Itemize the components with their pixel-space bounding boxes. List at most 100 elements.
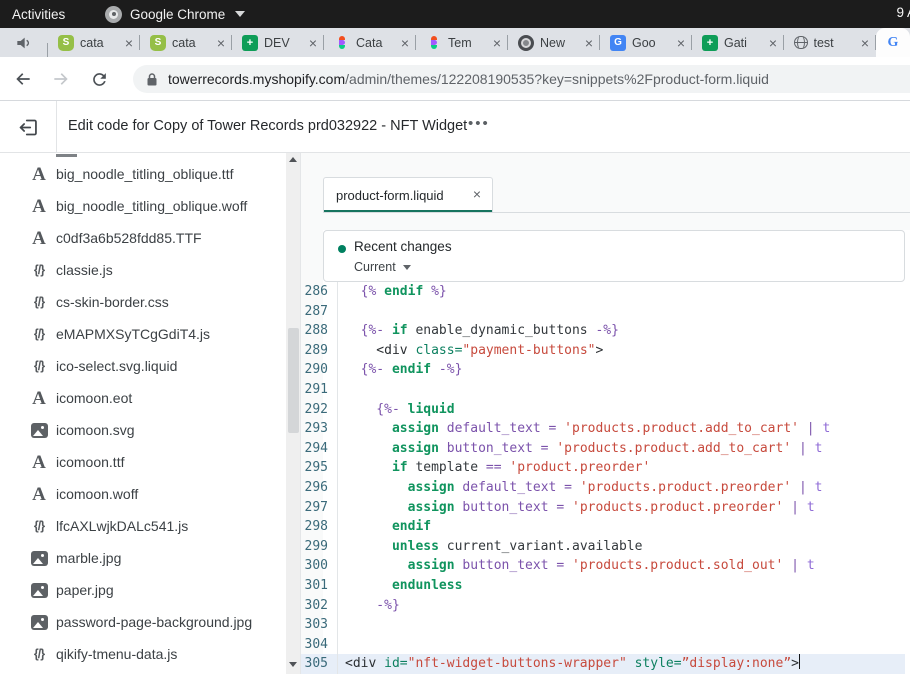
tab-close-icon[interactable]: × xyxy=(125,36,133,50)
line-number: 291 xyxy=(301,380,338,400)
tab-close-icon[interactable]: × xyxy=(769,36,777,50)
file-item[interactable]: paper.jpg xyxy=(0,574,285,606)
code-row[interactable]: 296 assign default_text = 'products.prod… xyxy=(301,478,905,498)
file-name: ico-select.svg.liquid xyxy=(56,358,177,374)
text-cursor xyxy=(799,654,801,669)
file-item[interactable]: {/}qikify-tmenu-data.js xyxy=(0,638,285,670)
line-number: 299 xyxy=(301,537,338,557)
file-item[interactable]: Aicomoon.eot xyxy=(0,382,285,414)
activities-button[interactable]: Activities xyxy=(12,7,65,22)
tab-close-icon[interactable]: × xyxy=(401,36,409,50)
browser-tab[interactable]: New× xyxy=(508,28,600,57)
browser-toolbar: towerrecords.myshopify.com/admin/themes/… xyxy=(0,57,910,101)
tab-title: cata xyxy=(172,36,211,50)
tab-title: Goo xyxy=(632,36,671,50)
version-selector[interactable]: Current xyxy=(354,260,411,274)
code-row[interactable]: 298 endif xyxy=(301,517,905,537)
back-button[interactable] xyxy=(12,68,34,90)
file-item[interactable]: password-page-background.jpg xyxy=(0,606,285,638)
code-line: if template == 'product.preorder' xyxy=(338,458,650,478)
tab-close-icon[interactable]: × xyxy=(217,36,225,50)
code-row[interactable]: 303 xyxy=(301,615,905,635)
scroll-up-icon[interactable] xyxy=(286,157,300,167)
file-item[interactable]: marble.jpg xyxy=(0,542,285,574)
browser-tab[interactable]: test× xyxy=(784,28,876,57)
tab-audio-button[interactable] xyxy=(0,36,48,50)
editor-file-tab[interactable]: product-form.liquid × xyxy=(323,177,493,213)
code-row[interactable]: 300 assign button_text = 'products.produ… xyxy=(301,556,905,576)
font-file-icon: A xyxy=(26,229,52,248)
code-row[interactable]: 305<div id="nft-widget-buttons-wrapper" … xyxy=(301,654,905,674)
file-item[interactable]: {/}ico-select.svg.liquid xyxy=(0,350,285,382)
code-row[interactable]: 292 {%- liquid xyxy=(301,400,905,420)
code-line: assign button_text = 'products.product.s… xyxy=(338,556,815,576)
browser-tab[interactable]: Scata× xyxy=(140,28,232,57)
file-item[interactable]: Abig_noodle_titling_oblique.ttf xyxy=(0,158,285,190)
recent-changes-label: Recent changes xyxy=(354,239,452,254)
code-row[interactable]: 302 -%} xyxy=(301,596,905,616)
scrollbar-thumb[interactable] xyxy=(288,328,299,433)
code-line xyxy=(338,302,345,322)
chevron-down-icon xyxy=(235,11,245,17)
file-item[interactable]: Aicomoon.woff xyxy=(0,478,285,510)
browser-tab[interactable]: Cata× xyxy=(324,28,416,57)
file-item[interactable]: {/}eMAPMXSyTCgGdiT4.js xyxy=(0,318,285,350)
file-item[interactable]: Ac0df3a6b528fdd85.TTF xyxy=(0,222,285,254)
file-name: eMAPMXSyTCgGdiT4.js xyxy=(56,326,210,342)
code-row[interactable]: 299 unless current_variant.available xyxy=(301,537,905,557)
code-row[interactable]: 287 xyxy=(301,302,905,322)
forward-button[interactable] xyxy=(50,68,72,90)
reload-button[interactable] xyxy=(88,68,110,90)
tab-title: Gati xyxy=(724,36,763,50)
sidebar-scrollbar[interactable] xyxy=(286,153,300,674)
tab-close-icon[interactable]: × xyxy=(861,36,869,50)
image-file-icon xyxy=(26,551,52,566)
file-item[interactable]: {/}cs-skin-border.css xyxy=(0,286,285,318)
file-item[interactable]: Abig_noodle_titling_oblique.woff xyxy=(0,190,285,222)
file-item[interactable]: Aicomoon.ttf xyxy=(0,446,285,478)
code-row[interactable]: 294 assign button_text = 'products.produ… xyxy=(301,439,905,459)
browser-tab[interactable]: Scata× xyxy=(48,28,140,57)
file-item[interactable]: icomoon.svg xyxy=(0,414,285,446)
app-menu[interactable]: Google Chrome xyxy=(105,6,245,23)
code-row[interactable]: 304 xyxy=(301,635,905,655)
scroll-down-icon[interactable] xyxy=(286,662,300,672)
code-line xyxy=(338,635,345,655)
more-actions-button[interactable]: ••• xyxy=(468,115,490,132)
code-row[interactable]: 286 {% endif %} xyxy=(301,282,905,302)
code-row[interactable]: 297 assign button_text = 'products.produ… xyxy=(301,498,905,518)
google-translate-icon: G xyxy=(610,35,626,51)
tab-close-icon[interactable]: × xyxy=(309,36,317,50)
code-line: assign button_text = 'products.product.p… xyxy=(338,498,815,518)
clock[interactable]: 9 A xyxy=(896,5,910,20)
tab-close-icon[interactable]: × xyxy=(493,36,501,50)
close-icon[interactable]: × xyxy=(473,186,481,202)
code-line: assign default_text = 'products.product.… xyxy=(338,478,822,498)
browser-tab[interactable]: G Goo × xyxy=(600,28,692,57)
line-number: 301 xyxy=(301,576,338,596)
browser-tab[interactable]: Tem× xyxy=(416,28,508,57)
url-bar[interactable]: towerrecords.myshopify.com/admin/themes/… xyxy=(133,65,910,93)
browser-tab[interactable]: G xyxy=(876,28,910,57)
font-file-icon: A xyxy=(26,485,52,504)
app-menu-label: Google Chrome xyxy=(130,7,225,22)
browser-tab[interactable]: +DEV× xyxy=(232,28,324,57)
file-item[interactable]: {/}classie.js xyxy=(0,254,285,286)
font-file-icon: A xyxy=(26,165,52,184)
code-row[interactable]: 289 <div class="payment-buttons"> xyxy=(301,341,905,361)
browser-tab[interactable]: +Gati× xyxy=(692,28,784,57)
desktop-top-bar: Activities Google Chrome 9 A xyxy=(0,0,910,28)
code-row[interactable]: 291 xyxy=(301,380,905,400)
code-editor[interactable]: 286 {% endif %}287288 {%- if enable_dyna… xyxy=(301,282,905,674)
code-row[interactable]: 295 if template == 'product.preorder' xyxy=(301,458,905,478)
tab-close-icon[interactable]: × xyxy=(677,36,685,50)
file-item[interactable]: {/}lfcAXLwjkDALc541.js xyxy=(0,510,285,542)
line-number: 288 xyxy=(301,321,338,341)
code-row[interactable]: 290 {%- endif -%} xyxy=(301,360,905,380)
chevron-down-icon xyxy=(403,265,411,270)
code-row[interactable]: 293 assign default_text = 'products.prod… xyxy=(301,419,905,439)
tab-close-icon[interactable]: × xyxy=(585,36,593,50)
exit-code-editor-button[interactable] xyxy=(16,115,40,139)
code-row[interactable]: 301 endunless xyxy=(301,576,905,596)
code-row[interactable]: 288 {%- if enable_dynamic_buttons -%} xyxy=(301,321,905,341)
